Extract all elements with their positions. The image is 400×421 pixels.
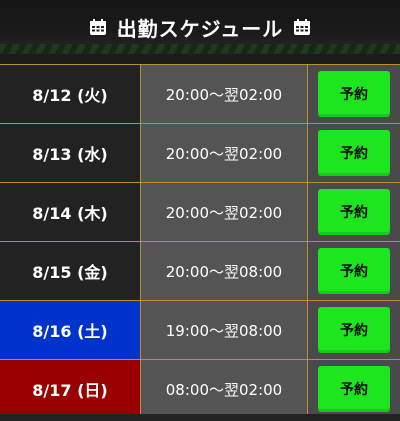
action-cell: 予約 — [308, 65, 400, 123]
time-cell: 20:00～翌02:00 — [140, 183, 308, 241]
date-cell: 8/15 (金) — [0, 242, 140, 300]
table-row: 8/17 (日) 08:00～翌02:00 予約 — [0, 360, 400, 419]
time-cell: 20:00～翌08:00 — [140, 242, 308, 300]
date-cell: 8/14 (木) — [0, 183, 140, 241]
action-cell: 予約 — [308, 360, 400, 418]
table-row: 8/13 (水) 20:00～翌02:00 予約 — [0, 124, 400, 183]
time-cell: 20:00～翌02:00 — [140, 65, 308, 123]
action-cell: 予約 — [308, 124, 400, 182]
table-row: 8/16 (土) 19:00～翌08:00 予約 — [0, 301, 400, 360]
time-cell: 08:00～翌02:00 — [140, 360, 308, 418]
action-cell: 予約 — [308, 183, 400, 241]
schedule-header: 出勤スケジュール — [0, 0, 400, 54]
schedule-table: 8/12 (火) 20:00～翌02:00 予約 8/13 (水) 20:00～… — [0, 64, 400, 419]
page-title: 出勤スケジュール — [116, 16, 284, 41]
reserve-button[interactable]: 予約 — [318, 366, 390, 412]
bottom-strip — [0, 414, 400, 421]
table-row: 8/12 (火) 20:00～翌02:00 予約 — [0, 64, 400, 124]
calendar-icon — [89, 19, 106, 35]
schedule-widget: 出勤スケジュール 8/12 (火) 20:00～翌02:00 予約 8/13 (… — [0, 0, 400, 421]
action-cell: 予約 — [308, 301, 400, 359]
date-cell: 8/16 (土) — [0, 301, 140, 359]
reserve-button[interactable]: 予約 — [318, 248, 390, 294]
reserve-button[interactable]: 予約 — [318, 189, 390, 235]
reserve-button[interactable]: 予約 — [318, 71, 390, 117]
date-cell: 8/17 (日) — [0, 360, 140, 418]
time-cell: 20:00～翌02:00 — [140, 124, 308, 182]
reserve-button[interactable]: 予約 — [318, 130, 390, 176]
action-cell: 予約 — [308, 242, 400, 300]
calendar-icon — [294, 19, 311, 35]
table-row: 8/15 (金) 20:00～翌08:00 予約 — [0, 242, 400, 301]
date-cell: 8/13 (水) — [0, 124, 140, 182]
time-cell: 19:00～翌08:00 — [140, 301, 308, 359]
table-row: 8/14 (木) 20:00～翌02:00 予約 — [0, 183, 400, 242]
reserve-button[interactable]: 予約 — [318, 307, 390, 353]
date-cell: 8/12 (火) — [0, 65, 140, 123]
